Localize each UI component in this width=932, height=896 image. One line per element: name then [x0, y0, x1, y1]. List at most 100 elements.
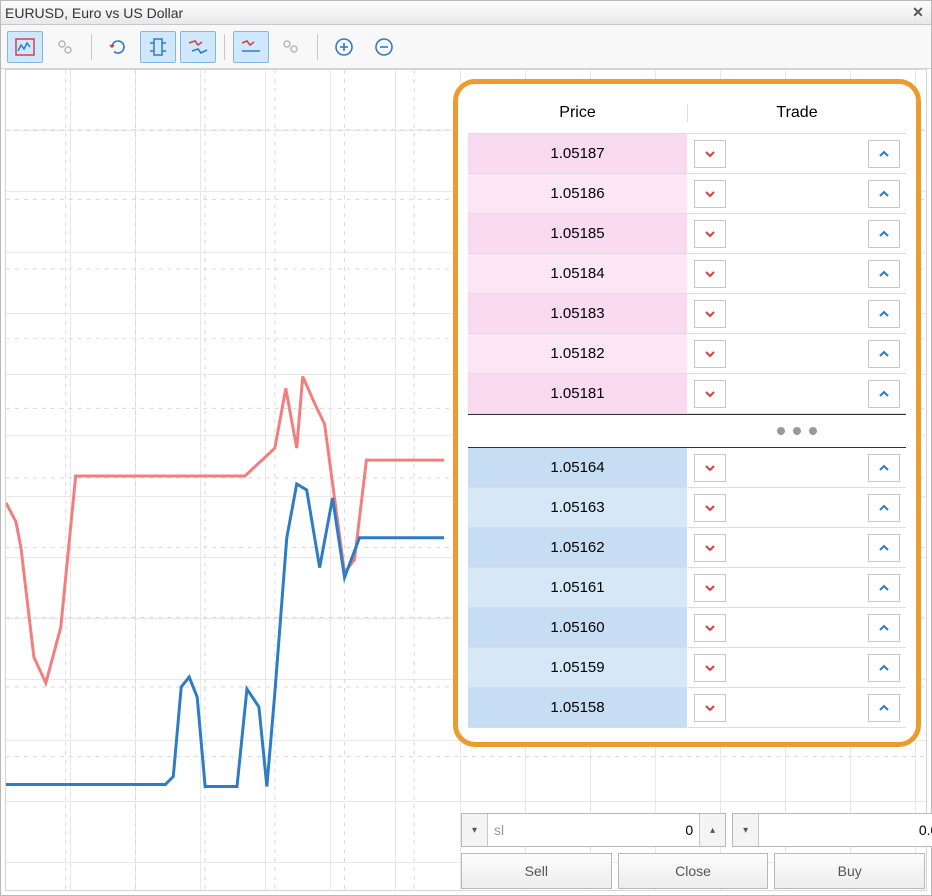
sell-at-price-button[interactable] — [694, 300, 726, 328]
dom-row: 1.05185 — [468, 214, 906, 254]
sell-at-price-button[interactable] — [694, 140, 726, 168]
price-cell: 1.05158 — [468, 688, 688, 727]
sell-at-price-button[interactable] — [694, 454, 726, 482]
toolbar — [1, 25, 931, 69]
buy-at-price-button[interactable] — [868, 494, 900, 522]
sell-at-price-button[interactable] — [694, 380, 726, 408]
sell-at-price-button[interactable] — [694, 494, 726, 522]
dot-icon — [793, 427, 801, 435]
trade-cell — [688, 214, 906, 253]
trade-cell — [688, 608, 906, 647]
sell-at-price-button[interactable] — [694, 534, 726, 562]
trade-cell — [688, 374, 906, 413]
extra-dom-button[interactable] — [273, 31, 309, 63]
sell-at-price-button[interactable] — [694, 574, 726, 602]
volume-input[interactable] — [759, 814, 932, 846]
trade-cell — [688, 528, 906, 567]
sl-increment[interactable]: ▴ — [699, 814, 725, 846]
buy-button[interactable]: Buy — [774, 853, 925, 889]
trade-column-header: Trade — [688, 104, 906, 122]
dom-panel: Price Trade 1.051871.051861.051851.05184… — [453, 79, 921, 747]
buy-at-price-button[interactable] — [868, 300, 900, 328]
buy-at-price-button[interactable] — [868, 454, 900, 482]
dom-row: 1.05163 — [468, 488, 906, 528]
volume-decrement[interactable]: ▾ — [733, 814, 759, 846]
buy-at-price-button[interactable] — [868, 140, 900, 168]
sell-at-price-button[interactable] — [694, 614, 726, 642]
spread-gap — [468, 414, 906, 448]
sell-at-price-button[interactable] — [694, 654, 726, 682]
trade-cell — [688, 334, 906, 373]
dom-button[interactable] — [47, 31, 83, 63]
price-cell: 1.05181 — [468, 374, 688, 413]
buy-at-price-button[interactable] — [868, 180, 900, 208]
toolbar-separator — [224, 34, 225, 60]
zoom-in-button[interactable] — [326, 31, 362, 63]
zoom-out-button[interactable] — [366, 31, 402, 63]
ask-rows: 1.051871.051861.051851.051841.051831.051… — [468, 134, 906, 414]
volume-spinner[interactable]: ▾ ▴ — [732, 813, 932, 847]
close-button[interactable]: Close — [618, 853, 769, 889]
toolbar-separator — [317, 34, 318, 60]
buy-at-price-button[interactable] — [868, 260, 900, 288]
price-cell: 1.05162 — [468, 528, 688, 567]
dom-row: 1.05187 — [468, 134, 906, 174]
trade-cell — [688, 254, 906, 293]
price-cell: 1.05185 — [468, 214, 688, 253]
sl-decrement[interactable]: ▾ — [462, 814, 488, 846]
trade-cell — [688, 648, 906, 687]
dom-row: 1.05186 — [468, 174, 906, 214]
sl-input[interactable] — [506, 814, 699, 846]
price-cell: 1.05159 — [468, 648, 688, 687]
dom-row: 1.05164 — [468, 448, 906, 488]
price-cell: 1.05186 — [468, 174, 688, 213]
dot-icon — [777, 427, 785, 435]
dom-row: 1.05184 — [468, 254, 906, 294]
dom-row: 1.05160 — [468, 608, 906, 648]
dot-icon — [809, 427, 817, 435]
dom-header: Price Trade — [468, 92, 906, 134]
trading-window: EURUSD, Euro vs US Dollar ✕ — [0, 0, 932, 896]
price-cell: 1.05164 — [468, 448, 688, 487]
dom-row: 1.05182 — [468, 334, 906, 374]
trade-cell — [688, 174, 906, 213]
buy-at-price-button[interactable] — [868, 380, 900, 408]
order-controls: ▾ sl ▴ ▾ ▴ ▾ tp ▴ Sell Close Buy — [461, 813, 925, 889]
price-cell: 1.05163 — [468, 488, 688, 527]
window-title: EURUSD, Euro vs US Dollar — [5, 5, 909, 21]
reset-button[interactable] — [100, 31, 136, 63]
price-column-header: Price — [468, 104, 688, 122]
tick-chart-button[interactable] — [7, 31, 43, 63]
buy-at-price-button[interactable] — [868, 534, 900, 562]
dom-row: 1.05162 — [468, 528, 906, 568]
sell-at-price-button[interactable] — [694, 180, 726, 208]
buy-at-price-button[interactable] — [868, 614, 900, 642]
last-line-button[interactable] — [233, 31, 269, 63]
toolbar-separator — [91, 34, 92, 60]
buy-at-price-button[interactable] — [868, 220, 900, 248]
trade-cell — [688, 688, 906, 727]
sell-at-price-button[interactable] — [694, 220, 726, 248]
sell-at-price-button[interactable] — [694, 260, 726, 288]
buy-at-price-button[interactable] — [868, 574, 900, 602]
sl-spinner[interactable]: ▾ sl ▴ — [461, 813, 726, 847]
dom-row: 1.05158 — [468, 688, 906, 728]
dom-row: 1.05159 — [468, 648, 906, 688]
sell-at-price-button[interactable] — [694, 694, 726, 722]
sell-at-price-button[interactable] — [694, 340, 726, 368]
trade-cell — [688, 488, 906, 527]
center-button[interactable] — [140, 31, 176, 63]
bidask-chart-button[interactable] — [180, 31, 216, 63]
buy-at-price-button[interactable] — [868, 654, 900, 682]
dom-row: 1.05161 — [468, 568, 906, 608]
dom-row: 1.05181 — [468, 374, 906, 414]
dom-row: 1.05183 — [468, 294, 906, 334]
buy-at-price-button[interactable] — [868, 340, 900, 368]
price-cell: 1.05183 — [468, 294, 688, 333]
trade-cell — [688, 134, 906, 173]
close-icon[interactable]: ✕ — [909, 4, 927, 22]
buy-at-price-button[interactable] — [868, 694, 900, 722]
price-cell: 1.05187 — [468, 134, 688, 173]
sl-label: sl — [488, 814, 506, 846]
sell-button[interactable]: Sell — [461, 853, 612, 889]
